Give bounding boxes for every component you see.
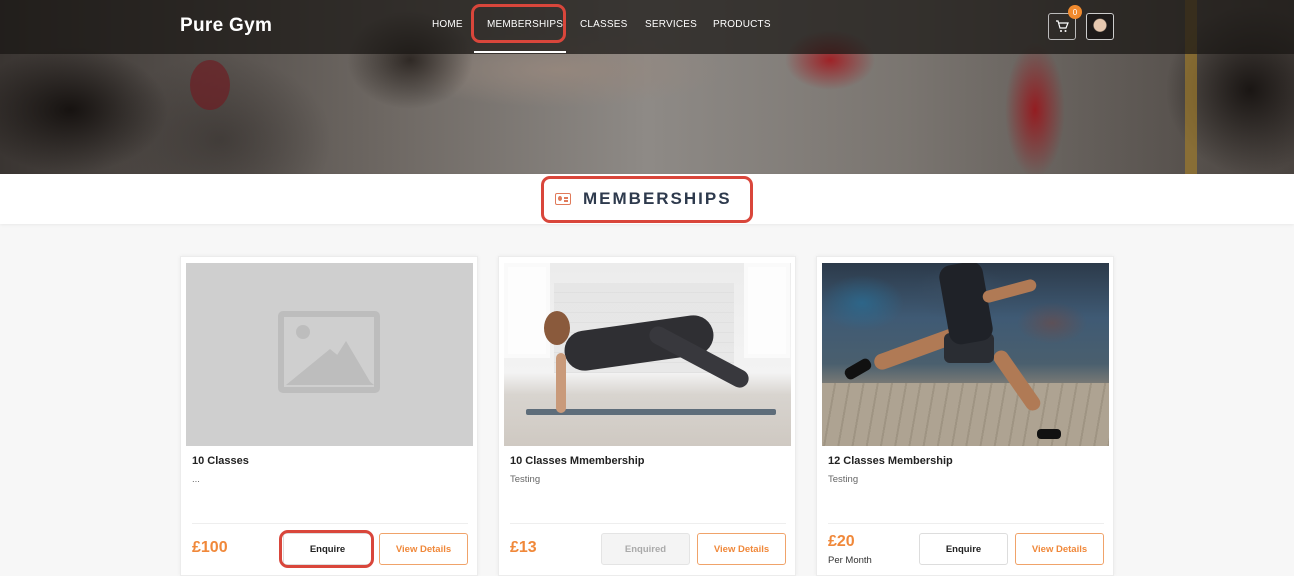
enquired-button: Enquired (601, 533, 690, 565)
membership-price: £13 (510, 539, 537, 556)
membership-card: 10 Classes ... £100 Enquire View Details (180, 256, 478, 576)
cart-count-badge: 0 (1068, 5, 1082, 19)
nav-services[interactable]: SERVICES (645, 19, 697, 30)
placeholder-image-icon (186, 263, 473, 446)
membership-card: 12 Classes Membership Testing £20 Per Mo… (816, 256, 1114, 576)
highlight-frame (279, 530, 374, 568)
membership-name: 12 Classes Membership (828, 455, 953, 467)
cart-icon (1056, 20, 1069, 32)
nav-products[interactable]: PRODUCTS (713, 19, 771, 30)
avatar[interactable] (1086, 13, 1114, 40)
membership-description: ... (192, 474, 200, 485)
nav-classes[interactable]: CLASSES (580, 19, 628, 30)
divider (828, 523, 1104, 524)
nav-home[interactable]: HOME (432, 19, 463, 30)
active-nav-indicator (474, 51, 566, 53)
view-details-button[interactable]: View Details (1015, 533, 1104, 565)
top-navbar: Pure Gym HOME MEMBERSHIPS CLASSES SERVIC… (0, 0, 1294, 54)
membership-name: 10 Classes (192, 455, 249, 467)
membership-description: Testing (510, 474, 541, 485)
brand-logo[interactable]: Pure Gym (180, 15, 272, 37)
yoga-photo (504, 263, 791, 446)
divider (192, 523, 468, 524)
membership-description: Testing (828, 474, 859, 485)
divider (510, 523, 786, 524)
highlight-frame (541, 176, 753, 223)
membership-card: 10 Classes Mmembership Testing £13 Enqui… (498, 256, 796, 576)
billing-period: Per Month (828, 555, 872, 566)
enquire-button[interactable]: Enquire (919, 533, 1008, 565)
membership-name: 10 Classes Mmembership (510, 455, 645, 467)
view-details-button[interactable]: View Details (697, 533, 786, 565)
membership-price: £20 (828, 533, 855, 550)
runner-photo (822, 263, 1109, 446)
view-details-button[interactable]: View Details (379, 533, 468, 565)
membership-price: £100 (192, 539, 228, 556)
highlight-frame (471, 4, 566, 43)
hero-decoration (190, 60, 230, 110)
